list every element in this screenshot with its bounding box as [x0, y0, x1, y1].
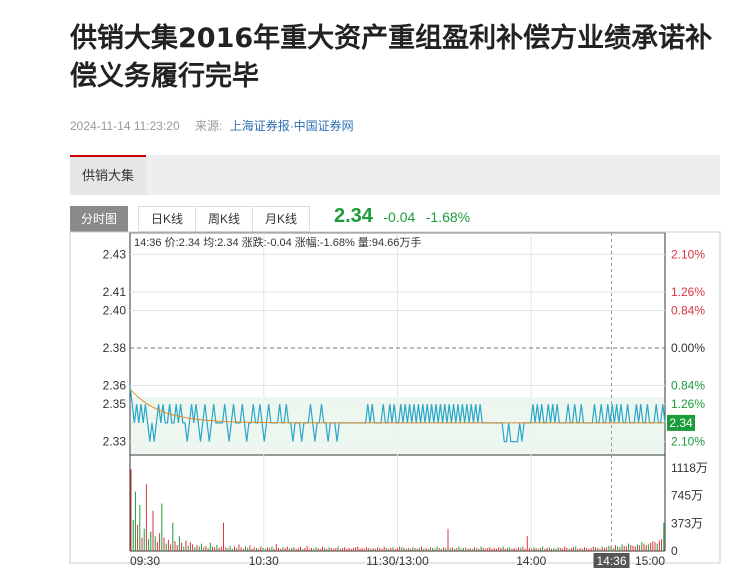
pct-tick-label: 2.10%	[671, 247, 705, 261]
y-tick-label: 2.36	[103, 378, 127, 392]
volume-tick-label: 0	[671, 544, 678, 558]
pct-tick-label: 1.26%	[671, 285, 705, 299]
last-price-label: 2.34	[669, 416, 693, 430]
chart-info-bar: 14:36 价:2.34 均:2.34 涨跌:-0.04 涨幅:-1.68% 量…	[134, 235, 421, 249]
intraday-chart: 2.43 2.10% 2.41 1.26% 2.40 0.84% 2.38 0.00% 2.36…	[0, 0, 748, 586]
pct-tick-label: 0.00%	[671, 341, 705, 355]
y-tick-label: 2.41	[103, 285, 127, 299]
y-tick-label: 2.38	[103, 341, 127, 355]
volume-tick-label: 745万	[671, 489, 703, 503]
x-tick-label: 15:00	[635, 554, 665, 568]
volume-tick-label: 373万	[671, 516, 703, 530]
pct-tick-label: 0.84%	[671, 304, 705, 318]
intraday-chart-svg[interactable]: 2.43 2.10% 2.41 1.26% 2.40 0.84% 2.38 0.00% 2.36…	[0, 0, 748, 581]
y-tick-label: 2.43	[103, 247, 127, 261]
cursor-time-label: 14:36	[596, 554, 626, 568]
x-tick-label: 14:00	[516, 554, 546, 568]
y-tick-label: 2.40	[103, 304, 127, 318]
pct-tick-label: 1.26%	[671, 397, 705, 411]
y-tick-label: 2.35	[103, 397, 127, 411]
volume-tick-label: 1118万	[671, 461, 708, 475]
x-tick-label: 11:30/13:00	[366, 554, 429, 568]
pct-tick-label: 0.84%	[671, 378, 705, 392]
x-tick-label: 09:30	[130, 554, 160, 568]
x-tick-label: 10:30	[249, 554, 279, 568]
pct-tick-label: 2.10%	[671, 435, 705, 449]
y-tick-label: 2.33	[103, 435, 127, 449]
